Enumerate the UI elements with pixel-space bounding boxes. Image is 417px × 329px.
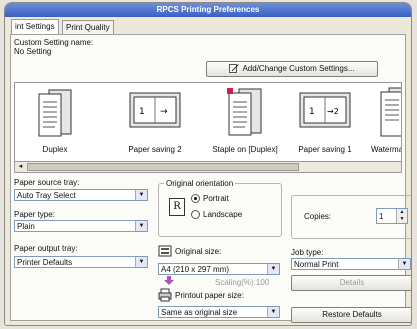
layout-label: Paper saving 2 [128, 145, 182, 154]
add-change-custom-settings-button[interactable]: Add/Change Custom Settings... [206, 61, 378, 77]
layout-duplex[interactable]: Duplex [15, 83, 95, 161]
scroll-thumb[interactable] [27, 163, 299, 171]
radio-icon [191, 210, 200, 220]
copies-group: Copies: 1 ▲ ▼ [291, 195, 411, 239]
scroll-left-arrow-icon[interactable]: ◂ [16, 162, 25, 172]
job-type-label: Job type: [291, 248, 324, 257]
svg-text:1: 1 [309, 107, 315, 117]
chevron-down-icon: ▼ [135, 221, 147, 231]
landscape-label: Landscape [203, 210, 243, 219]
chevron-down-icon: ▼ [135, 190, 147, 200]
paper-output-select[interactable]: Printer Defaults ▼ [14, 256, 148, 268]
copies-spinner[interactable]: 1 ▲ ▼ [376, 208, 408, 224]
svg-text:→: → [160, 107, 168, 117]
paper-source-label: Paper source tray: [14, 178, 80, 187]
printer-icon [158, 288, 172, 302]
layout-label: Duplex [42, 145, 68, 154]
original-size-label: Original size: [175, 247, 222, 256]
landscape-radio[interactable]: Landscape [191, 210, 243, 220]
restore-defaults-button[interactable]: Restore Defaults [291, 307, 411, 323]
layout-paper-saving-2[interactable]: 1 → Paper saving 2 [115, 83, 195, 161]
paper-source-value: Auto Tray Select [17, 191, 76, 200]
orientation-preview-icon: R [169, 198, 185, 216]
paper-saving-2-icon: 1 → [129, 92, 181, 128]
tab-print-quality[interactable]: Print Quality [62, 20, 114, 34]
portrait-label: Portrait [203, 194, 229, 203]
orientation-group: Original orientation R Portrait Landscap… [158, 179, 282, 237]
printout-size-label: Printout paper size: [175, 291, 244, 300]
layout-horizontal-scrollbar[interactable]: ◂ [14, 161, 402, 173]
watermark-icon [380, 87, 401, 137]
settings-panel: Custom Setting name: No Setting Add/Chan… [10, 34, 411, 323]
printout-size-select[interactable]: Same as original size ▼ [158, 306, 280, 318]
orientation-label: Original orientation [164, 179, 236, 188]
layout-label: Paper saving 1 [298, 145, 352, 154]
svg-text:→2: →2 [327, 107, 339, 116]
job-type-select[interactable]: Normal Print ▼ [291, 258, 411, 270]
chevron-down-icon: ▼ [267, 264, 279, 274]
portrait-radio[interactable]: Portrait [191, 194, 229, 204]
custom-setting-value: No Setting [14, 47, 52, 56]
window-title: RPCS Printing Preferences [5, 3, 411, 17]
layout-watermark[interactable]: Watermark [I [357, 83, 401, 161]
printout-size-value: Same as original size [161, 308, 238, 317]
chevron-down-icon: ▼ [135, 257, 147, 267]
duplex-icon [38, 89, 72, 137]
tab-print-settings[interactable]: int Settings [11, 19, 59, 35]
paper-output-value: Printer Defaults [17, 258, 73, 267]
copies-label: Copies: [304, 212, 332, 221]
spin-down-icon[interactable]: ▼ [396, 216, 407, 223]
original-size-icon [158, 245, 172, 257]
layout-presets-strip[interactable]: Duplex 1 → Paper saving 2 Staple on [Dup… [14, 82, 402, 162]
layout-paper-saving-1[interactable]: 1 →2 Paper saving 1 [285, 83, 365, 161]
scaling-label: Scaling(%):100 [215, 278, 270, 287]
custom-setting-label: Custom Setting name: [14, 38, 94, 47]
details-button[interactable]: Details [291, 275, 411, 291]
svg-text:1: 1 [139, 107, 145, 117]
copies-value: 1 [379, 212, 384, 221]
paper-type-value: Plain [17, 222, 35, 231]
edit-document-icon [229, 64, 240, 74]
paper-output-label: Paper output tray: [14, 244, 78, 253]
down-arrow-icon [164, 276, 174, 285]
paper-type-label: Paper type: [14, 210, 55, 219]
paper-saving-1-icon: 1 →2 [299, 92, 351, 128]
chevron-down-icon: ▼ [398, 259, 410, 269]
original-size-value: A4 (210 x 297 mm) [161, 265, 230, 274]
chevron-down-icon: ▼ [267, 307, 279, 317]
staple-duplex-icon [227, 88, 262, 136]
paper-source-select[interactable]: Auto Tray Select ▼ [14, 189, 148, 201]
original-size-select[interactable]: A4 (210 x 297 mm) ▼ [158, 263, 280, 275]
printing-preferences-window: RPCS Printing Preferences int Settings P… [4, 2, 412, 326]
add-change-button-label: Add/Change Custom Settings... [242, 64, 355, 73]
layout-staple-duplex[interactable]: Staple on [Duplex] [205, 83, 285, 161]
paper-type-select[interactable]: Plain ▼ [14, 220, 148, 232]
layout-label: Watermark [I [371, 145, 401, 154]
job-type-value: Normal Print [294, 260, 339, 269]
radio-icon [191, 194, 200, 204]
layout-label: Staple on [Duplex] [212, 145, 278, 154]
